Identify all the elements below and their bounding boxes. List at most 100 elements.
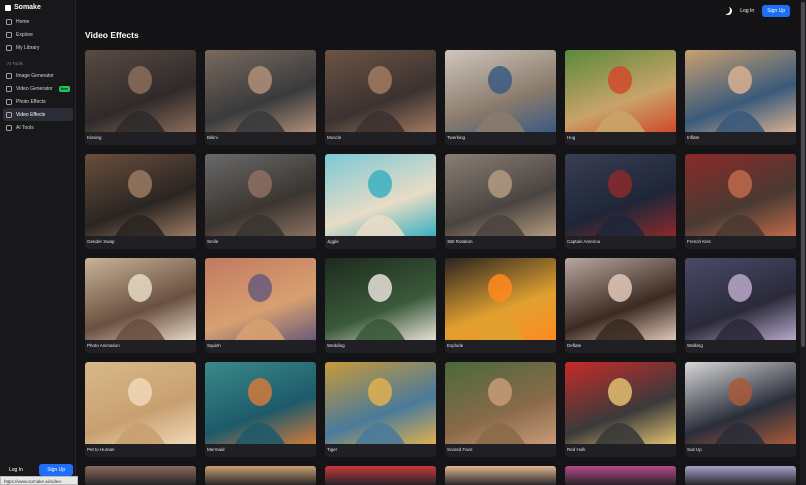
effect-label: Tiger xyxy=(327,447,338,452)
effect-card[interactable]: Pet to Human xyxy=(85,362,196,457)
sidebar-item-label: Image Generator xyxy=(16,72,54,79)
effect-label: Walking xyxy=(687,343,703,348)
sidebar-item-label: AI Tools xyxy=(16,124,34,131)
video-icon xyxy=(6,85,12,92)
effect-card[interactable] xyxy=(205,466,316,485)
effect-thumbnail xyxy=(445,258,556,340)
effect-thumbnail xyxy=(325,258,436,340)
effect-card[interactable]: Tiger xyxy=(325,362,436,457)
photo-icon xyxy=(6,98,12,105)
effect-label: Hug xyxy=(567,135,576,140)
effect-card[interactable]: Smile xyxy=(205,154,316,249)
effects-grid: Kissing Bikini Muscle Twerking Hug Infla… xyxy=(85,50,796,485)
effect-card[interactable] xyxy=(445,466,556,485)
sidebar-signup-button[interactable]: Sign Up xyxy=(39,464,73,476)
sidebar: Somake Home Explore My Library AI Tools Imag… xyxy=(0,0,76,485)
effect-thumbnail xyxy=(85,154,196,236)
new-badge: New xyxy=(58,85,70,92)
effect-thumbnail xyxy=(85,50,196,132)
effect-label: Squish xyxy=(207,343,221,348)
sidebar-item-label: My Library xyxy=(16,44,40,51)
effect-card[interactable]: Muscle xyxy=(325,50,436,145)
effect-thumbnail xyxy=(325,50,436,132)
effect-thumbnail xyxy=(565,258,676,340)
effect-card[interactable]: Squish xyxy=(205,258,316,353)
effect-card[interactable]: Inflate xyxy=(685,50,796,145)
effect-thumbnail xyxy=(85,362,196,444)
effect-card[interactable]: Red Hulk xyxy=(565,362,676,457)
effect-card[interactable]: French Kiss xyxy=(685,154,796,249)
effect-thumbnail xyxy=(565,50,676,132)
sidebar-item-explore[interactable]: Explore xyxy=(3,28,73,41)
effect-card[interactable]: Kissing xyxy=(85,50,196,145)
effect-label: 360 Rotation xyxy=(447,239,473,244)
sidebar-item-video-generator[interactable]: Video Generator New xyxy=(3,82,73,95)
effect-thumbnail xyxy=(445,362,556,444)
effect-card[interactable]: Suit Up xyxy=(685,362,796,457)
effect-card[interactable]: 360 Rotation xyxy=(445,154,556,249)
effect-label: Wedding xyxy=(327,343,345,348)
effect-thumbnail xyxy=(205,154,316,236)
effect-card[interactable]: Walking xyxy=(685,258,796,353)
effect-card[interactable]: Explode xyxy=(445,258,556,353)
effect-thumbnail xyxy=(565,154,676,236)
effect-thumbnail xyxy=(685,154,796,236)
effect-card[interactable]: Bikini xyxy=(205,50,316,145)
effect-card[interactable]: Deflate xyxy=(565,258,676,353)
sidebar-login-button[interactable]: Log In xyxy=(3,464,29,476)
image-icon xyxy=(6,72,12,79)
effect-label: Scared Face xyxy=(447,447,473,452)
sidebar-item-ai-tools[interactable]: AI Tools xyxy=(3,121,73,134)
page-title: Video Effects xyxy=(85,30,139,40)
dark-mode-toggle-icon[interactable] xyxy=(724,7,732,15)
effect-card[interactable] xyxy=(565,466,676,485)
status-bar-url: https://www.somake.ai/video-effects xyxy=(0,476,78,485)
effect-thumbnail xyxy=(325,154,436,236)
effect-label: Gender Swap xyxy=(87,239,115,244)
effect-label: Jiggle xyxy=(327,239,339,244)
effect-card[interactable]: Gender Swap xyxy=(85,154,196,249)
scrollbar-thumb[interactable] xyxy=(801,2,805,347)
app-name: Somake xyxy=(14,4,41,11)
sidebar-item-my-library[interactable]: My Library xyxy=(3,41,73,54)
effect-card[interactable] xyxy=(85,466,196,485)
effect-label: Kissing xyxy=(87,135,102,140)
sidebar-nav: Home Explore My Library AI Tools Image Gener… xyxy=(3,15,73,134)
sidebar-item-label: Photo Effects xyxy=(16,98,46,105)
effect-label: Mermaid xyxy=(207,447,225,452)
film-icon xyxy=(6,111,12,118)
effect-card[interactable]: Twerking xyxy=(445,50,556,145)
effect-card[interactable]: Captain America xyxy=(565,154,676,249)
effect-card[interactable]: Hug xyxy=(565,50,676,145)
header-signup-button[interactable]: Sign Up xyxy=(762,5,790,17)
effect-card[interactable] xyxy=(685,466,796,485)
effect-card[interactable]: Jiggle xyxy=(325,154,436,249)
top-bar: Log In Sign Up xyxy=(724,5,790,17)
effect-label: French Kiss xyxy=(687,239,711,244)
effect-label: Muscle xyxy=(327,135,342,140)
effect-label: Twerking xyxy=(447,135,466,140)
effect-label: Explode xyxy=(447,343,464,348)
effect-card[interactable]: Scared Face xyxy=(445,362,556,457)
effect-label: Deflate xyxy=(567,343,582,348)
sidebar-item-home[interactable]: Home xyxy=(3,15,73,28)
sidebar-item-image-generator[interactable]: Image Generator xyxy=(3,69,73,82)
sidebar-item-label: Video Effects xyxy=(16,111,46,118)
effect-label: Red Hulk xyxy=(567,447,586,452)
effect-thumbnail xyxy=(445,154,556,236)
effect-card[interactable]: Mermaid xyxy=(205,362,316,457)
sidebar-item-photo-effects[interactable]: Photo Effects xyxy=(3,95,73,108)
effect-thumbnail xyxy=(565,362,676,444)
effect-card[interactable]: Photo Animation xyxy=(85,258,196,353)
effect-thumbnail xyxy=(685,258,796,340)
effect-label: Inflate xyxy=(687,135,700,140)
effect-card[interactable]: Wedding xyxy=(325,258,436,353)
header-login-button[interactable]: Log In xyxy=(740,8,754,14)
effect-label: Pet to Human xyxy=(87,447,115,452)
app-logo[interactable]: Somake xyxy=(5,4,41,11)
sidebar-item-video-effects[interactable]: Video Effects xyxy=(3,108,73,121)
effect-label: Bikini xyxy=(207,135,218,140)
page-scrollbar[interactable] xyxy=(800,0,806,485)
effect-card[interactable] xyxy=(325,466,436,485)
effect-thumbnail xyxy=(205,258,316,340)
